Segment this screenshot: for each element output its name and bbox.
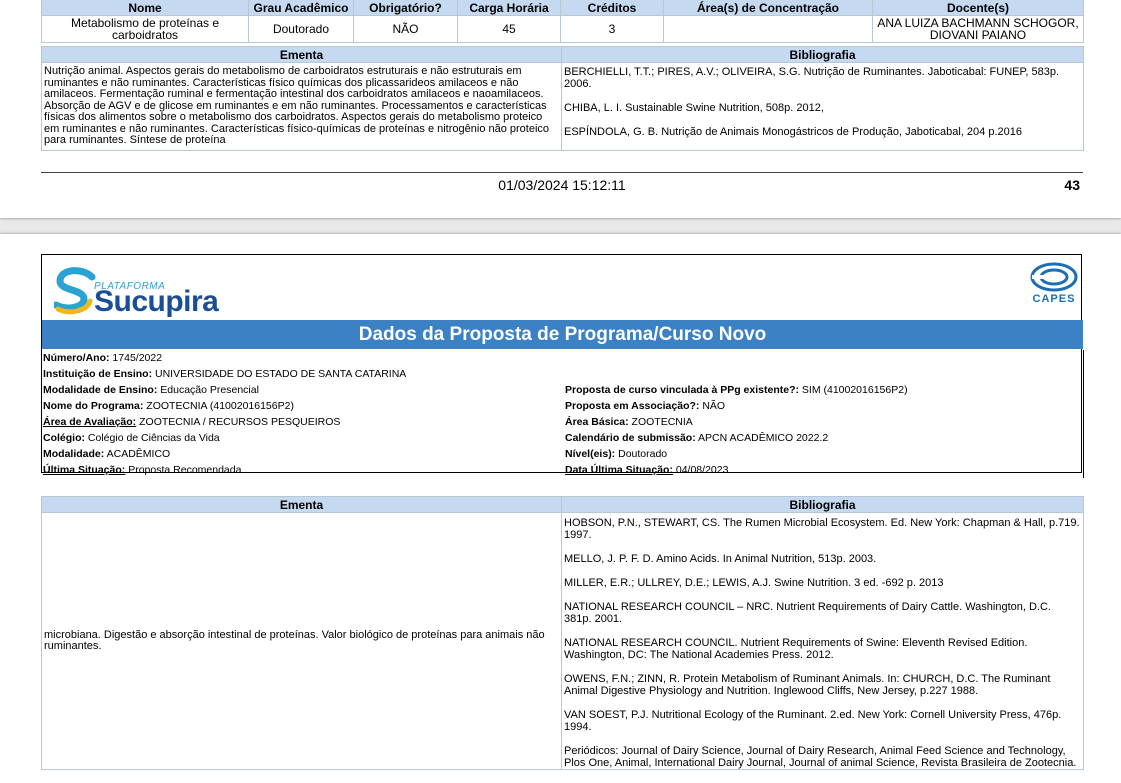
info-colegio: Colégio: Colégio de Ciências da Vida — [43, 432, 220, 444]
ementa-text: Nutrição animal. Aspectos gerais do meta… — [41, 62, 562, 151]
header-ementa: Ementa — [41, 496, 562, 513]
cell-carga: 45 — [457, 15, 561, 43]
table-row: Nutrição animal. Aspectos gerais do meta… — [41, 62, 1084, 151]
logo-sucupira-text: Sucupira — [94, 285, 219, 318]
header-grau-academico: Grau Acadêmico — [248, 0, 354, 16]
page-title: Dados da Proposta de Programa/Curso Novo — [42, 320, 1083, 349]
info-instituicao: Instituição de Ensino: UNIVERSIDADE DO E… — [43, 368, 407, 380]
info-area-avaliacao: Área de Avaliação: ZOOTECNIA / RECURSOS … — [43, 416, 341, 428]
header-carga-horaria: Carga Horária — [457, 0, 561, 16]
document-page-43: Nome Grau Acadêmico Obrigatório? Carga H… — [0, 0, 1121, 218]
cell-area — [663, 15, 873, 43]
cell-grau: Doutorado — [248, 15, 354, 43]
proposal-header-frame: PLATAFORMA Sucupira CAPES Dados da Propo… — [41, 254, 1084, 478]
bib-entry: MILLER, E.R.; ULLREY, D.E.; LEWIS, A.J. … — [564, 577, 944, 589]
header-bibliografia: Bibliografia — [561, 46, 1084, 63]
info-calendario: Calendário de submissão: APCN ACADÊMICO … — [565, 432, 829, 444]
bib-entry: ESPÍNDOLA, G. B. Nutrição de Animais Mon… — [564, 126, 1022, 138]
footer-datetime: 01/03/2024 15:12:11 — [498, 177, 626, 193]
bibliografia-list: BERCHIELLI, T.T.; PIRES, A.V.; OLIVEIRA,… — [561, 62, 1084, 151]
cell-creditos: 3 — [560, 15, 664, 43]
table-header-row: Ementa Bibliografia — [41, 46, 1084, 63]
table-header-row: Nome Grau Acadêmico Obrigatório? Carga H… — [41, 0, 1084, 16]
capes-logo-text: CAPES — [1032, 293, 1076, 305]
bib-entry: HOBSON, P.N., STEWART, CS. The Rumen Mic… — [564, 517, 1080, 541]
info-data-ultima-situacao: Data Última Situação: 04/08/2023 — [565, 464, 729, 476]
bib-entry: CHIBA, L. I. Sustainable Swine Nutrition… — [564, 102, 824, 114]
info-nome-programa: Nome do Programa: ZOOTECNIA (41002016156… — [43, 400, 294, 412]
bib-entry: BERCHIELLI, T.T.; PIRES, A.V.; OLIVEIRA,… — [564, 66, 1060, 90]
cell-obrigatorio: NÃO — [353, 15, 458, 43]
bibliografia-list: HOBSON, P.N., STEWART, CS. The Rumen Mic… — [561, 512, 1084, 770]
footer-page-number: 43 — [1064, 177, 1080, 193]
ementa-bibliografia-table-continued: Ementa Bibliografia microbiana. Digestão… — [41, 496, 1084, 770]
bib-entry: MELLO, J. P. F. D. Amino Acids. In Anima… — [564, 553, 877, 565]
proposal-info-left: Número/Ano: 1745/2022 Instituição de Ens… — [43, 350, 1084, 478]
header-obrigatorio: Obrigatório? — [353, 0, 458, 16]
capes-logo: CAPES — [1026, 260, 1078, 306]
header-docentes: Docente(s) — [872, 0, 1084, 16]
header-creditos: Créditos — [560, 0, 664, 16]
bib-entry: NATIONAL RESEARCH COUNCIL – NRC. Nutrien… — [564, 601, 1051, 625]
ementa-text: microbiana. Digestão e absorção intestin… — [41, 512, 562, 770]
discipline-table: Nome Grau Acadêmico Obrigatório? Carga H… — [41, 0, 1084, 43]
info-modalidade-ensino: Modalidade de Ensino: Educação Presencia… — [43, 384, 259, 396]
ementa-bibliografia-table: Ementa Bibliografia Nutrição animal. Asp… — [41, 46, 1084, 151]
header-nome: Nome — [41, 0, 249, 16]
bib-entry: NATIONAL RESEARCH COUNCIL. Nutrient Requ… — [564, 637, 1028, 661]
info-niveis: Nível(eis): Doutorado — [565, 448, 668, 460]
proposal-info-right: Proposta de curso vinculada à PPg existe… — [565, 382, 908, 478]
info-modalidade: Modalidade: ACADÊMICO — [43, 448, 171, 460]
document-page-44: PLATAFORMA Sucupira CAPES Dados da Propo… — [0, 234, 1121, 783]
table-row: Metabolismo de proteínas e carboidratos … — [41, 15, 1084, 43]
info-ultima-situacao: Última Situação: Proposta Recomendada — [43, 464, 242, 476]
header-areas-concentracao: Área(s) de Concentração — [663, 0, 873, 16]
bib-entry: VAN SOEST, P.J. Nutritional Ecology of t… — [564, 709, 1062, 733]
capes-emblem-icon — [1030, 262, 1078, 292]
cell-docentes: ANA LUIZA BACHMANN SCHOGOR, DIOVANI PAIA… — [872, 15, 1084, 43]
sucupira-swoosh-icon — [54, 267, 96, 315]
table-header-row: Ementa Bibliografia — [41, 496, 1084, 513]
sucupira-logo: PLATAFORMA Sucupira — [54, 263, 224, 318]
header-ementa: Ementa — [41, 46, 562, 63]
info-numero-ano: Número/Ano: 1745/2022 — [43, 352, 163, 364]
info-area-basica: Área Básica: ZOOTECNIA — [565, 416, 693, 428]
info-proposta-associacao: Proposta em Associação?: NÃO — [565, 400, 726, 412]
header-bibliografia: Bibliografia — [561, 496, 1084, 513]
bib-entry: OWENS, F.N.; ZINN, R. Protein Metabolism… — [564, 673, 1051, 697]
table-row: microbiana. Digestão e absorção intestin… — [41, 512, 1084, 770]
info-proposta-vinculada: Proposta de curso vinculada à PPg existe… — [565, 384, 908, 396]
bib-entry: Periódicos: Journal of Dairy Science, Jo… — [564, 745, 1077, 769]
footer-divider — [41, 172, 1083, 173]
cell-nome: Metabolismo de proteínas e carboidratos — [41, 15, 249, 43]
